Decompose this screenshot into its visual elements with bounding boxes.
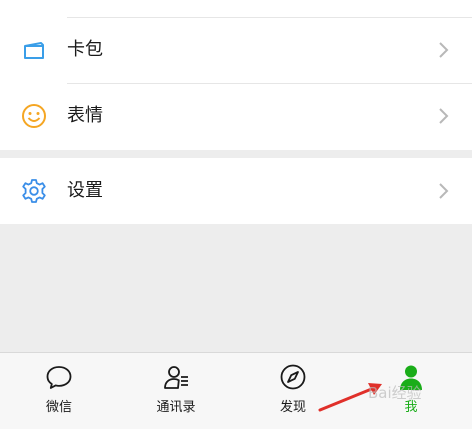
card-wallet-icon xyxy=(24,42,44,59)
watermark: Bai经验 xyxy=(368,384,422,402)
menu-item-label: 设置 xyxy=(67,180,103,201)
contacts-icon xyxy=(164,366,188,389)
tab-contacts[interactable]: 通讯录 xyxy=(131,353,221,429)
gear-icon xyxy=(22,179,46,203)
tab-label: 通讯录 xyxy=(156,400,196,415)
menu-item-card-wallet[interactable]: 卡包 xyxy=(0,17,472,83)
chevron-right-icon xyxy=(439,108,449,124)
menu-group-top: 卡包 表情 xyxy=(0,0,472,150)
menu-item-label: 表情 xyxy=(67,105,103,126)
chevron-right-icon xyxy=(439,42,449,58)
menu-item-stickers[interactable]: 表情 xyxy=(0,83,472,149)
chat-bubble-icon xyxy=(46,366,72,389)
menu-group-settings: 设置 xyxy=(0,158,472,224)
compass-icon xyxy=(280,364,306,390)
smiley-icon xyxy=(22,104,46,128)
menu-item-settings[interactable]: 设置 xyxy=(0,158,472,224)
menu-item-label: 卡包 xyxy=(67,39,103,60)
chevron-right-icon xyxy=(439,183,449,199)
tab-wechat[interactable]: 微信 xyxy=(14,353,104,429)
tab-label: 微信 xyxy=(45,400,72,415)
